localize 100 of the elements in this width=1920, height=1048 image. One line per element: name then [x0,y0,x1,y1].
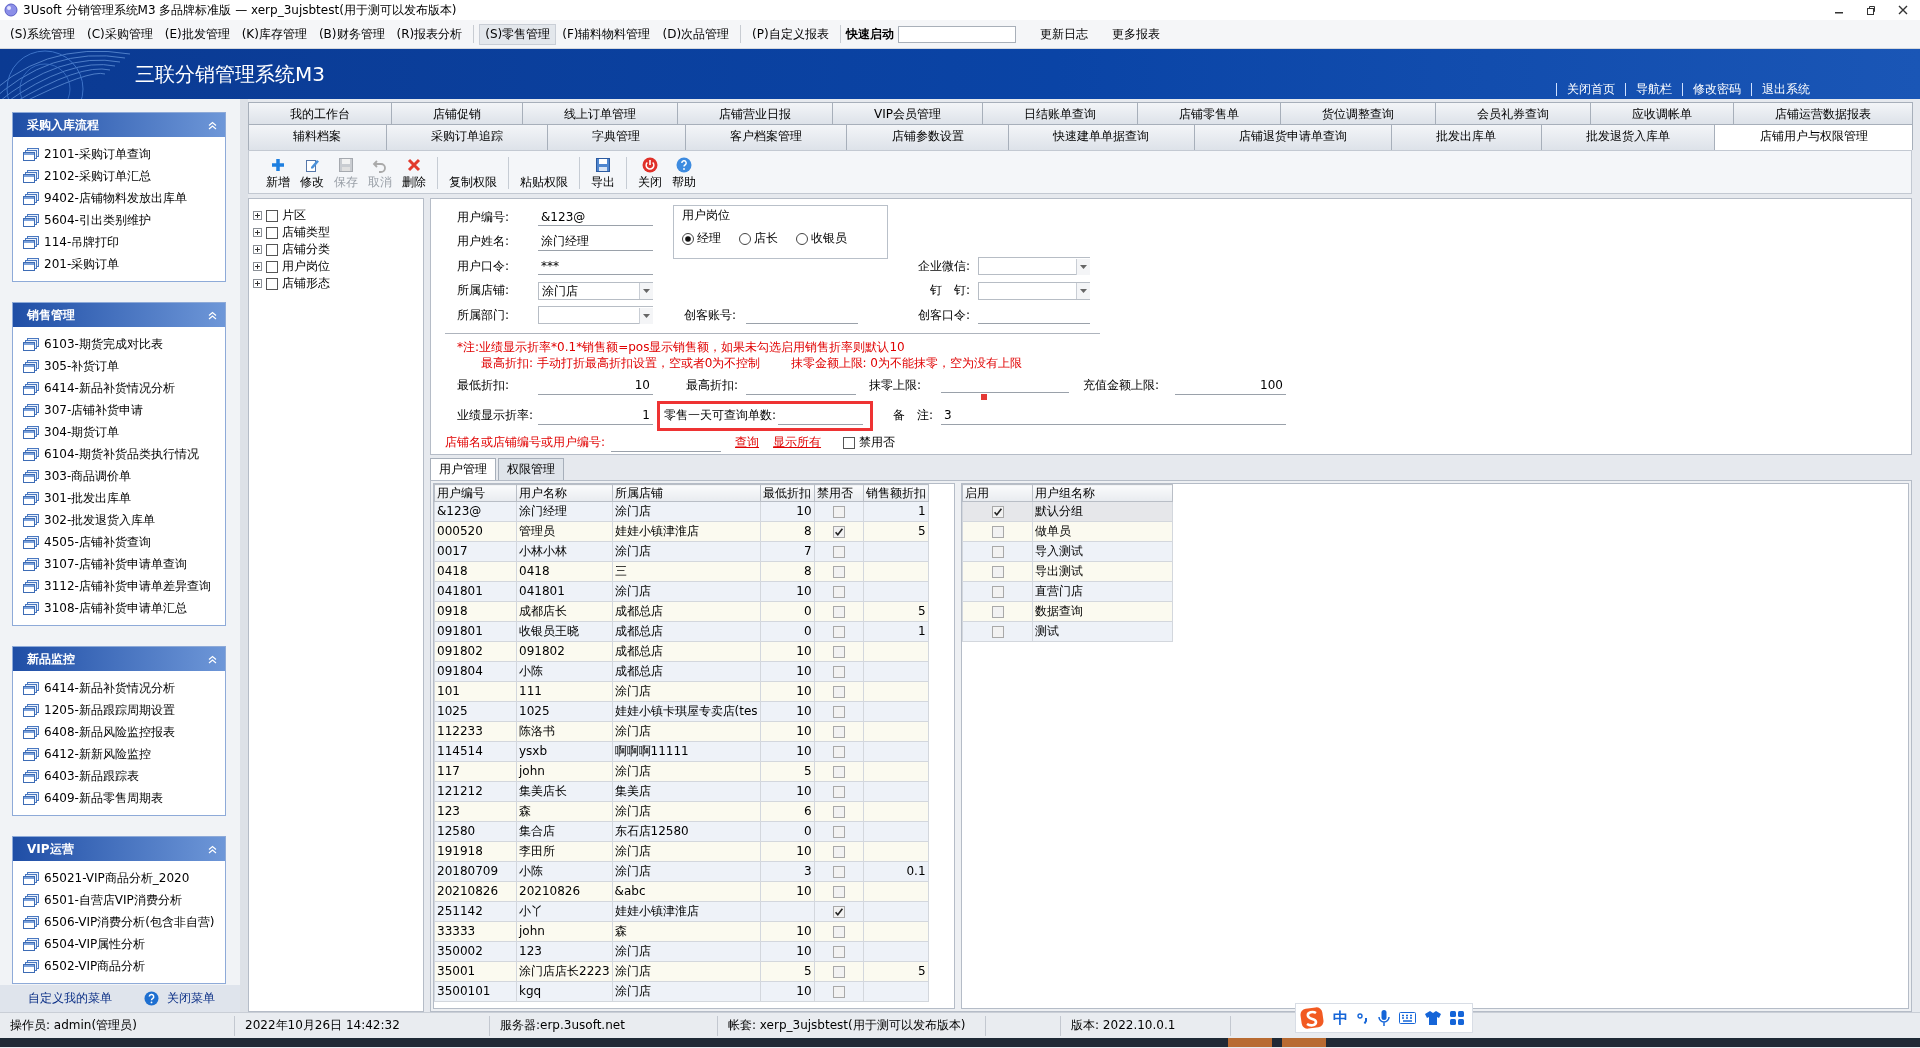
collapse-icon[interactable] [208,120,217,130]
tab[interactable]: 客户档案管理 [684,124,848,150]
checkbox[interactable] [832,665,845,678]
menu-link[interactable]: 305-补货订单 [44,358,120,374]
menu-link[interactable]: 3108-店铺补货申请单汇总 [44,600,187,616]
panel-header[interactable]: VIP运营 [13,837,225,861]
dropdown-field[interactable]: 涂门店 [538,281,653,300]
table-row[interactable]: 121212 集美店长 集美店 10 [434,781,929,802]
checkbox[interactable] [266,226,278,239]
column-header[interactable]: 用户组名称 [1032,484,1173,502]
input-field[interactable]: 涂门经理 [538,232,653,251]
table-row[interactable]: 350002 123 涂门店 10 [434,941,929,962]
tab[interactable]: 批发退货入库单 [1540,124,1716,150]
tab[interactable]: 采购订单追踪 [385,124,549,150]
tab[interactable]: 店铺参数设置 [846,124,1009,150]
menu-link[interactable]: 302-批发退货入库单 [44,512,156,528]
menu-link[interactable]: 6414-新品补货情况分析 [44,680,175,696]
table-row[interactable]: 101 111 涂门店 10 [434,681,929,702]
table-row[interactable]: 35001 涂门店店长2223 涂门店 5 5 [434,961,929,982]
menu-link[interactable]: 1205-新品跟踪周期设置 [44,702,175,718]
checkbox[interactable] [832,705,845,718]
input-field[interactable]: 100 [1175,376,1286,395]
close-icon[interactable] [1898,5,1908,15]
table-row[interactable]: &123@ 涂门经理 涂门店 10 1 [434,501,929,522]
menu-link[interactable]: 6409-新品零售周期表 [44,790,163,806]
slider-thumb[interactable] [980,393,987,400]
tab[interactable]: VIP会员管理 [832,102,983,124]
expand-icon[interactable] [253,279,262,288]
ime-logo-icon[interactable] [1300,1006,1324,1030]
menu-item[interactable]: (K)库存管理 [235,23,313,45]
menu-link[interactable]: 6103-期货完成对比表 [44,336,163,352]
tree-label[interactable]: 片区 [282,208,306,223]
column-header[interactable]: 最低折扣 [760,484,815,502]
checkbox[interactable] [832,685,845,698]
menu-link[interactable]: 3107-店铺补货申请单查询 [44,556,187,572]
column-header[interactable]: 销售额折扣 [863,484,929,502]
tab[interactable]: 应收调帐单 [1590,102,1734,124]
checkbox[interactable] [843,436,856,449]
radio-option[interactable]: 经理 [682,231,721,246]
table-row[interactable]: 091802 091802 成都总店 10 [434,641,929,662]
tab[interactable]: 店铺用户与权限管理 [1714,124,1913,150]
checkbox[interactable] [991,585,1004,598]
menu-link[interactable]: 6501-自营店VIP消费分析 [44,892,182,908]
menu-link[interactable]: 303-商品调价单 [44,468,132,484]
checkbox[interactable] [991,605,1004,618]
menu-link[interactable]: 307-店铺补货申请 [44,402,144,418]
checkbox[interactable] [832,925,845,938]
punctuation-icon[interactable] [1357,1012,1369,1024]
input-field[interactable]: 3 [941,406,1286,425]
menu-item[interactable]: (R)报表分析 [390,23,469,45]
header-link[interactable]: 导航栏 [1625,83,1682,96]
column-header[interactable]: 所属店铺 [612,484,761,502]
checkbox[interactable] [832,745,845,758]
menu-link[interactable]: 6412-新新风险监控 [44,746,151,762]
footer-link[interactable]: 自定义我的菜单 [28,991,112,1006]
column-header[interactable]: 禁用否 [814,484,864,502]
table-row[interactable]: 33333 john 森 10 [434,921,929,942]
checkbox[interactable] [991,565,1004,578]
checkbox[interactable] [832,725,845,738]
tab[interactable]: 日结账单查询 [982,102,1138,124]
menu-link[interactable]: 3112-店铺补货申请单差异查询 [44,578,211,594]
table-row[interactable]: 1025 1025 娃娃小镇卡琪屋专卖店(tes 10 [434,701,929,722]
checkbox[interactable] [266,277,278,290]
input-field[interactable]: 1 [538,406,653,425]
checkbox[interactable] [266,243,278,256]
shirt-icon[interactable] [1425,1011,1441,1025]
toolbar-button[interactable]: 关闭 [633,157,667,189]
keyboard-icon[interactable] [1399,1012,1416,1024]
table-row[interactable]: 0918 成都店长 成都总店 0 5 [434,601,929,622]
menu-link[interactable]: 6502-VIP商品分析 [44,958,146,974]
dropdown-field[interactable] [538,306,653,325]
table-row[interactable]: 112233 陈洛书 涂门店 10 [434,721,929,742]
table-row[interactable]: 091801 收银员王晓 成都总店 0 1 [434,621,929,642]
tab[interactable]: 店铺营业日报 [677,102,833,124]
table-row[interactable]: 191918 李田所 涂门店 10 [434,841,929,862]
input-field[interactable]: *** [538,257,653,276]
dropdown-field[interactable] [978,257,1090,276]
column-header[interactable]: 用户名称 [516,484,613,502]
table-row[interactable]: 20180709 小陈 涂门店 3 0.1 [434,861,929,882]
checkbox[interactable] [991,505,1004,518]
help-icon[interactable] [144,991,159,1006]
input-field[interactable]: 10 [538,376,653,395]
tab[interactable]: 店铺促销 [391,102,523,124]
table-row[interactable]: 114514 ysxb 啊啊啊11111 10 [434,741,929,762]
checkbox[interactable] [991,625,1004,638]
menu-item[interactable]: (F)辅料物料管理 [556,23,657,45]
checkbox[interactable] [832,625,845,638]
footer-link[interactable]: 关闭菜单 [167,991,215,1006]
checkbox[interactable] [832,945,845,958]
menu-link[interactable]: 201-采购订单 [44,256,120,272]
tab[interactable]: 线上订单管理 [522,102,678,124]
restore-icon[interactable] [1866,5,1876,15]
table-row[interactable]: 0017 小林小林 涂门店 7 [434,541,929,562]
checkbox[interactable] [832,565,845,578]
tab[interactable]: 我的工作台 [248,102,392,124]
toolbar-button[interactable]: 帮助 [667,157,701,189]
menu-item[interactable]: (D)次品管理 [656,23,736,45]
checkbox[interactable] [832,785,845,798]
menu-link[interactable]: 5604-引出类别维护 [44,212,151,228]
checkbox[interactable] [832,545,845,558]
